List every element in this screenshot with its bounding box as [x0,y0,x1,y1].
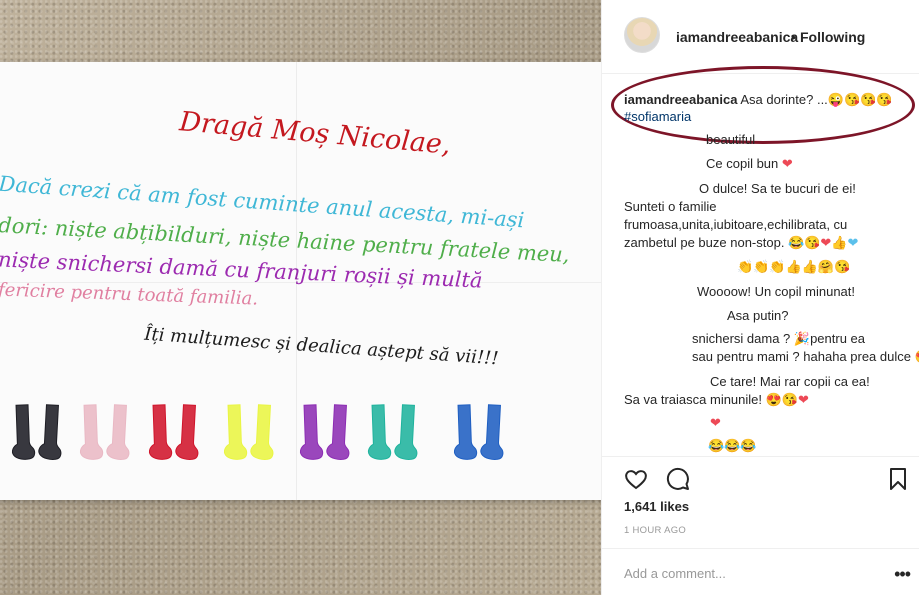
sock-drawing [393,403,422,462]
sock-drawings [4,390,544,462]
comment: 👏👏👏👍👍🤗😘 [737,259,851,274]
post-photo[interactable]: Dragă Moș Nicolae, Dacă crezi că am fost… [0,0,601,595]
bookmark-icon[interactable] [886,467,910,491]
heart-emoji-icon: ❤ [781,156,793,171]
caption-hashtag[interactable]: #sofiamaria [624,109,691,124]
sock-drawing [451,404,479,463]
comment-text: Sa va traiasca minunile! 😍😘 [624,392,798,407]
sock-drawing [105,403,134,462]
header-separator: • [791,29,796,45]
post-timestamp[interactable]: 1 HOUR AGO [624,525,686,536]
avatar[interactable] [624,17,660,53]
sock-drawing [221,404,249,463]
sock-drawing [325,403,354,462]
comment-line: frumoasa,unita,iubitoare,echilibrata, cu [624,217,848,232]
comment-line: zambetul pe buze non-stop. 😂😘❤👍❤ [624,235,859,250]
sock-drawing [365,404,393,463]
post-sidebar: iamandreeabanica • Following iamandreeab… [601,0,919,595]
heart-outline-icon[interactable] [624,467,648,491]
blue-heart-emoji-icon: ❤ [847,235,859,250]
comment: Ce copil bun ❤ [706,155,793,173]
heart-emoji-icon: ❤ [710,415,721,430]
sock-drawing [479,403,508,462]
comment-box: ••• [602,548,919,595]
heart-emoji-icon: ❤ [798,392,809,407]
heart-emoji-icon: ❤ [820,235,832,250]
caption-text: Asa dorinte? ...😜😘😘😘 [740,92,893,107]
sock-drawing [174,403,203,462]
comment: Woooow! Un copil minunat! [697,284,856,299]
comment-line: Ce tare! Mai rar copii ca ea! [710,374,870,389]
more-options-icon[interactable]: ••• [894,564,911,585]
comment-line: snichersi dama ? 🎉pentru ea [692,331,865,346]
caption-username[interactable]: iamandreeabanica [624,92,737,107]
post-caption: iamandreeabanica Asa dorinte? ...😜😘😘😘 #s… [624,91,904,125]
header-username[interactable]: iamandreeabanica [676,29,798,45]
comment-line: Sa va traiasca minunile! 😍😘❤ [624,391,809,409]
letter-title: Dragă Moș Nicolae, [178,106,452,161]
sock-drawing [9,404,37,463]
comment-text: Ce copil bun [706,156,779,171]
speech-bubble-icon[interactable] [666,467,690,491]
post-actions [602,456,919,496]
sock-drawing [297,404,325,463]
post-header: iamandreeabanica • Following [602,0,919,74]
sock-drawing [37,403,66,462]
following-button[interactable]: Following [800,29,865,45]
letter-paper: Dragă Moș Nicolae, Dacă crezi că am fost… [0,62,601,500]
add-comment-input[interactable] [624,563,864,583]
comment: Asa putin? [727,308,789,323]
comment-line: sau pentru mami ? hahaha prea dulce 😍 [692,349,919,364]
comment: O dulce! Sa te bucuri de ei! [699,181,856,196]
sock-drawing [77,404,105,463]
like-count[interactable]: 1,641 likes [624,499,689,514]
comment-line: Sunteti o familie [624,199,717,214]
sock-drawing [146,404,174,463]
comment: 😂😂😂 [708,438,757,453]
sock-drawing [249,403,278,462]
comment: beautiful [706,132,756,147]
comment-text: zambetul pe buze non-stop. 😂😘 [624,235,821,250]
letter-signoff: Îți mulțumesc și dealica aștept să vii!!… [143,323,500,370]
letter-line: fericire pentru toată familia. [0,279,259,310]
